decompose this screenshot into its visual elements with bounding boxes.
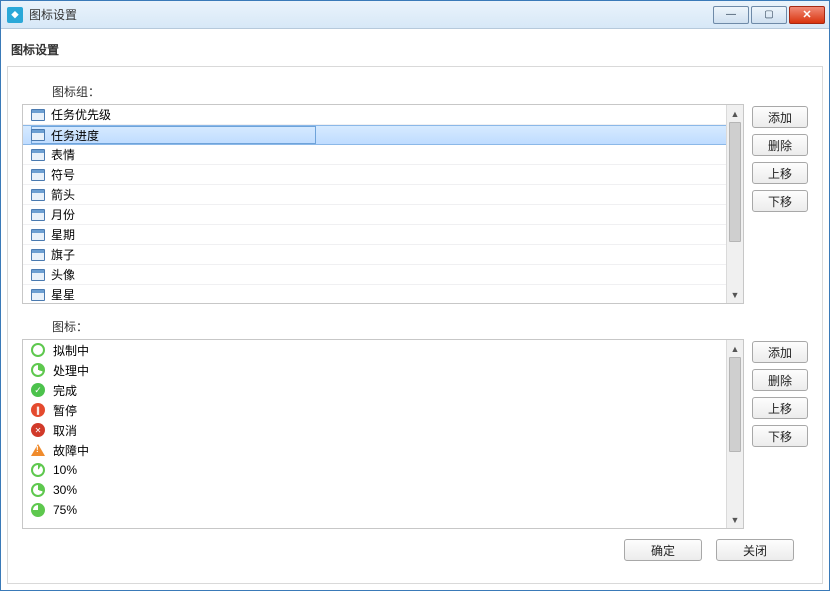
- icon-item[interactable]: 暂停: [23, 400, 726, 420]
- window-icon: [31, 249, 45, 261]
- cancel-icon: [31, 423, 45, 437]
- icon-item-label: 完成: [53, 382, 77, 399]
- progress-pie-icon: [31, 343, 45, 357]
- icon-item[interactable]: 拟制中: [23, 340, 726, 360]
- groups-moveup-button[interactable]: 上移: [752, 162, 808, 184]
- pause-icon: [31, 403, 45, 417]
- icons-listbox[interactable]: 拟制中处理中完成暂停取消故障中 10% 30% 75% ▲ ▼: [22, 339, 744, 529]
- window-controls: — ▢ ✕: [713, 6, 825, 24]
- groups-row: 任务优先级任务进度表情符号箭头月份星期旗子头像星星 ▲ ▼ 添加 删除 上移 下…: [22, 104, 808, 304]
- group-item-label: 月份: [51, 206, 75, 223]
- scroll-track[interactable]: [727, 357, 743, 511]
- progress-pie-icon: [31, 363, 45, 377]
- window-icon: [31, 229, 45, 241]
- dialog-body: 图标设置 图标组： 任务优先级任务进度表情符号箭头月份星期旗子头像星星 ▲ ▼ …: [1, 29, 829, 590]
- icon-item-label: 30%: [53, 483, 77, 497]
- progress-pie-icon: [31, 483, 45, 497]
- group-item-label: 任务进度: [51, 127, 99, 144]
- icon-item[interactable]: 75%: [23, 500, 726, 520]
- close-window-button[interactable]: ✕: [789, 6, 825, 24]
- group-item[interactable]: 月份: [23, 205, 726, 225]
- close-button[interactable]: 关闭: [716, 539, 794, 561]
- icons-scrollbar[interactable]: ▲ ▼: [726, 340, 743, 528]
- group-item-label: 箭头: [51, 186, 75, 203]
- group-item-label: 表情: [51, 146, 75, 163]
- icons-movedown-button[interactable]: 下移: [752, 425, 808, 447]
- scroll-track[interactable]: [727, 122, 743, 286]
- icons-add-button[interactable]: 添加: [752, 341, 808, 363]
- window-icon: [31, 189, 45, 201]
- icons-delete-button[interactable]: 删除: [752, 369, 808, 391]
- footer: 确定 关闭: [22, 529, 808, 563]
- progress-pie-icon: [31, 503, 45, 517]
- scroll-thumb[interactable]: [729, 122, 741, 242]
- maximize-button[interactable]: ▢: [751, 6, 787, 24]
- groups-label: 图标组：: [52, 83, 808, 100]
- window-frame: ◆ 图标设置 — ▢ ✕ 图标设置 图标组： 任务优先级任务进度表情符号箭头月份…: [0, 0, 830, 591]
- content-area: 图标组： 任务优先级任务进度表情符号箭头月份星期旗子头像星星 ▲ ▼ 添加 删除: [7, 67, 823, 584]
- group-item[interactable]: 任务优先级: [23, 105, 726, 125]
- icon-item-label: 10%: [53, 463, 77, 477]
- titlebar[interactable]: ◆ 图标设置 — ▢ ✕: [1, 1, 829, 29]
- scroll-down-icon[interactable]: ▼: [728, 512, 743, 527]
- group-item[interactable]: 星期: [23, 225, 726, 245]
- icon-item-label: 暂停: [53, 402, 77, 419]
- progress-pie-icon: [31, 463, 45, 477]
- window-icon: [31, 209, 45, 221]
- icons-row: 拟制中处理中完成暂停取消故障中 10% 30% 75% ▲ ▼ 添加 删除 上移 下移: [22, 339, 808, 529]
- group-item-label: 星期: [51, 226, 75, 243]
- icons-side-buttons: 添加 删除 上移 下移: [752, 339, 808, 447]
- icon-item-label: 故障中: [53, 442, 89, 459]
- done-icon: [31, 383, 45, 397]
- groups-listbox[interactable]: 任务优先级任务进度表情符号箭头月份星期旗子头像星星 ▲ ▼: [22, 104, 744, 304]
- icon-item[interactable]: 故障中: [23, 440, 726, 460]
- minimize-button[interactable]: —: [713, 6, 749, 24]
- group-item-label: 星星: [51, 286, 75, 303]
- window-icon: [31, 169, 45, 181]
- icon-item-label: 处理中: [53, 362, 89, 379]
- scroll-up-icon[interactable]: ▲: [728, 341, 743, 356]
- app-icon: ◆: [7, 7, 23, 23]
- window-icon: [31, 109, 45, 121]
- group-item[interactable]: 箭头: [23, 185, 726, 205]
- icon-item[interactable]: 完成: [23, 380, 726, 400]
- group-item[interactable]: 符号: [23, 165, 726, 185]
- window-title: 图标设置: [29, 6, 713, 23]
- group-item[interactable]: 头像: [23, 265, 726, 285]
- warning-icon: [31, 444, 45, 456]
- group-item[interactable]: 任务进度: [23, 125, 726, 145]
- groups-delete-button[interactable]: 删除: [752, 134, 808, 156]
- icons-moveup-button[interactable]: 上移: [752, 397, 808, 419]
- panel-header: 图标设置: [7, 35, 823, 67]
- icon-item[interactable]: 处理中: [23, 360, 726, 380]
- icon-item[interactable]: 30%: [23, 480, 726, 500]
- group-item-label: 符号: [51, 166, 75, 183]
- icon-item-label: 拟制中: [53, 342, 89, 359]
- scroll-up-icon[interactable]: ▲: [728, 106, 743, 121]
- groups-movedown-button[interactable]: 下移: [752, 190, 808, 212]
- group-item[interactable]: 星星: [23, 285, 726, 303]
- window-icon: [31, 269, 45, 281]
- window-icon: [31, 289, 45, 301]
- ok-button[interactable]: 确定: [624, 539, 702, 561]
- group-item-label: 任务优先级: [51, 106, 111, 123]
- group-item[interactable]: 表情: [23, 145, 726, 165]
- icon-item-label: 75%: [53, 503, 77, 517]
- scroll-down-icon[interactable]: ▼: [728, 287, 743, 302]
- group-item-label: 旗子: [51, 246, 75, 263]
- window-icon: [31, 149, 45, 161]
- groups-scrollbar[interactable]: ▲ ▼: [726, 105, 743, 303]
- icon-item[interactable]: 10%: [23, 460, 726, 480]
- groups-add-button[interactable]: 添加: [752, 106, 808, 128]
- group-item[interactable]: 旗子: [23, 245, 726, 265]
- icons-label: 图标：: [52, 318, 808, 335]
- groups-side-buttons: 添加 删除 上移 下移: [752, 104, 808, 212]
- group-item-label: 头像: [51, 266, 75, 283]
- icon-item-label: 取消: [53, 422, 77, 439]
- icon-item[interactable]: 取消: [23, 420, 726, 440]
- window-icon: [31, 129, 45, 141]
- scroll-thumb[interactable]: [729, 357, 741, 452]
